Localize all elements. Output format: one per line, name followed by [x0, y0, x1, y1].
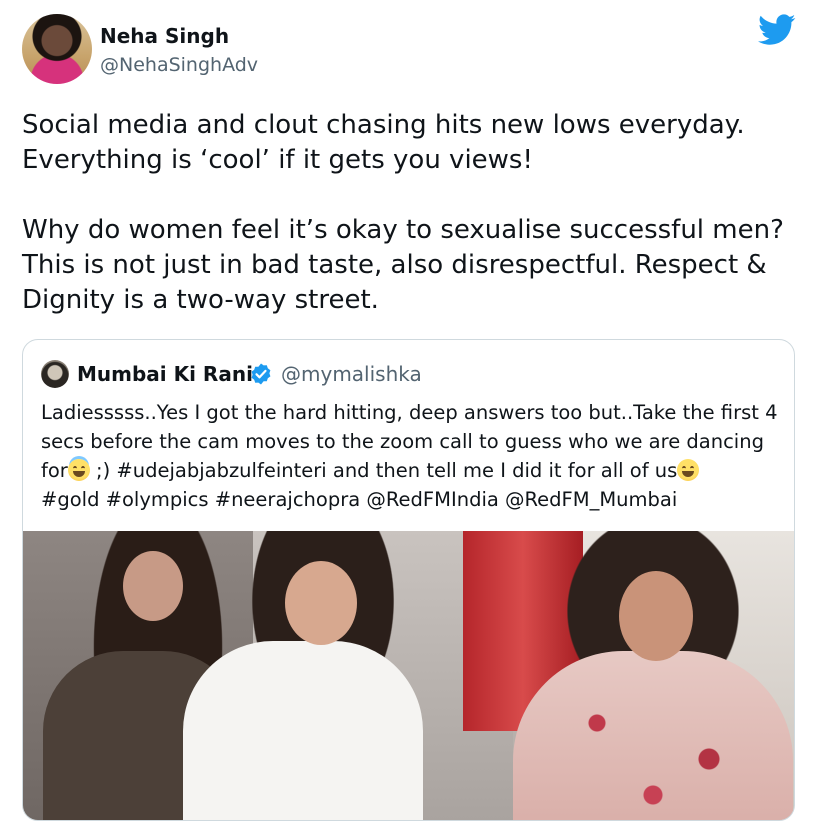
grinning-squinting-face-icon [677, 459, 700, 481]
author-name[interactable]: Neha Singh [100, 24, 229, 48]
tweet-line: Dignity is a two-way street. [22, 285, 379, 315]
author-handle[interactable]: @NehaSinghAdv [100, 54, 258, 76]
tweet-line: Everything is ‘cool’ if it gets you view… [22, 145, 533, 175]
tweet-line: Social media and clout chasing hits new … [22, 110, 745, 140]
tweet-line: Why do women feel it’s okay to sexualise… [22, 215, 784, 245]
author-avatar[interactable] [22, 14, 92, 84]
smiling-face-with-halo-icon [67, 459, 90, 481]
quoted-tweet[interactable]: Mumbai Ki Rani @mymalishka Ladiesssss..Y… [22, 339, 795, 821]
quoted-line-part: ;) #udejabjabzulfeinteri and then tell m… [89, 459, 678, 482]
tweet-line: This is not just in bad taste, also disr… [22, 250, 767, 280]
twitter-bird-icon[interactable] [758, 14, 796, 46]
quoted-author-name: Mumbai Ki Rani [77, 362, 253, 386]
quoted-author-handle: @mymalishka [281, 362, 422, 386]
quoted-line: Ladiesssss..Yes I got the hard hitting, … [41, 401, 778, 424]
quoted-text: Ladiesssss..Yes I got the hard hitting, … [41, 398, 791, 514]
tweet-text: Social media and clout chasing hits new … [22, 108, 802, 318]
quoted-line: #gold #olympics #neerajchopra @RedFMIndi… [41, 488, 678, 511]
quoted-line: secs before the cam moves to the zoom ca… [41, 430, 764, 453]
quoted-line: for ;) #udejabjabzulfeinteri and then te… [41, 456, 791, 485]
quoted-avatar [41, 360, 69, 388]
verified-badge-icon [251, 363, 271, 385]
quoted-line-part: for [41, 459, 68, 482]
quoted-video-thumbnail[interactable] [23, 531, 794, 820]
tweet-card: Neha Singh @NehaSinghAdv Social media an… [0, 0, 816, 821]
